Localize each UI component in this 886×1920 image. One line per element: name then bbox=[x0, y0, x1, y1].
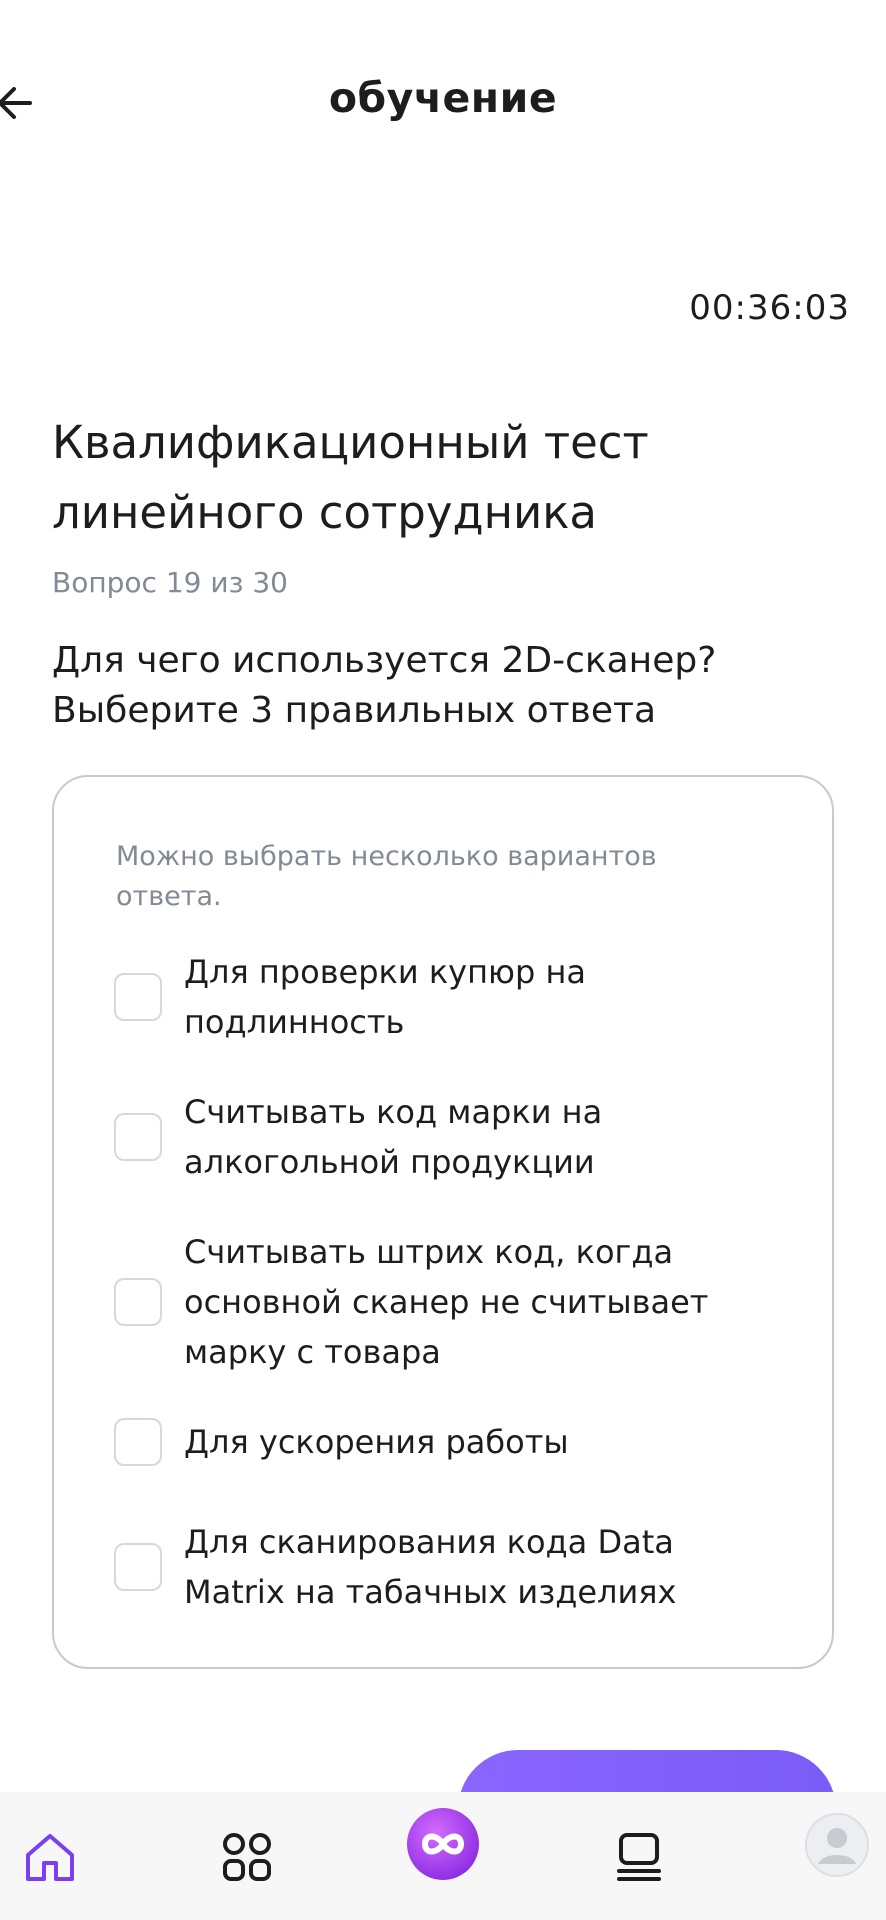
tab-home[interactable] bbox=[15, 1822, 85, 1892]
home-icon bbox=[26, 1834, 74, 1881]
checkbox[interactable] bbox=[114, 1543, 162, 1591]
checkbox[interactable] bbox=[114, 1113, 162, 1161]
timer: 00:36:03 bbox=[689, 288, 850, 328]
header: обучение bbox=[0, 0, 886, 205]
infinity-icon bbox=[407, 1808, 479, 1880]
tab-main-action[interactable] bbox=[405, 1806, 481, 1882]
avatar bbox=[805, 1813, 869, 1877]
answer-option[interactable]: Считывать штрих код, когда основной скан… bbox=[114, 1227, 764, 1377]
test-title: Квалификационный тест линейного сотрудни… bbox=[52, 416, 649, 539]
answer-option-label: Для сканирования кода Data Matrix на таб… bbox=[184, 1523, 677, 1611]
answer-option[interactable]: Для сканирования кода Data Matrix на таб… bbox=[114, 1517, 764, 1617]
answer-option[interactable]: Считывать код марки на алкогольной проду… bbox=[114, 1087, 764, 1187]
question-counter: Вопрос 19 из 30 bbox=[52, 566, 288, 599]
tab-profile[interactable] bbox=[804, 1812, 870, 1878]
answer-option-label: Для проверки купюр на подлинность bbox=[184, 953, 586, 1041]
checkbox[interactable] bbox=[114, 1278, 162, 1326]
courses-icon bbox=[617, 1833, 661, 1881]
grid-icon bbox=[223, 1833, 271, 1881]
answers-hint: Можно выбрать несколько вариантов ответа… bbox=[116, 841, 657, 912]
answer-option-label: Считывать код марки на алкогольной проду… bbox=[184, 1093, 603, 1181]
answers-card: Можно выбрать несколько вариантов ответа… bbox=[52, 775, 834, 1669]
answer-option[interactable]: Для ускорения работы bbox=[114, 1417, 764, 1467]
question-text: Для чего используется 2D-сканер? Выберит… bbox=[52, 640, 717, 731]
answer-option[interactable]: Для проверки купюр на подлинность bbox=[114, 947, 764, 1047]
bottom-tab-bar bbox=[0, 1792, 886, 1920]
tab-courses[interactable] bbox=[604, 1822, 674, 1892]
answer-option-label: Для ускорения работы bbox=[184, 1423, 569, 1461]
answer-option-label: Считывать штрих код, когда основной скан… bbox=[184, 1233, 709, 1371]
page-title: обучение bbox=[328, 74, 558, 122]
checkbox[interactable] bbox=[114, 1418, 162, 1466]
checkbox[interactable] bbox=[114, 973, 162, 1021]
tab-catalog[interactable] bbox=[212, 1822, 282, 1892]
